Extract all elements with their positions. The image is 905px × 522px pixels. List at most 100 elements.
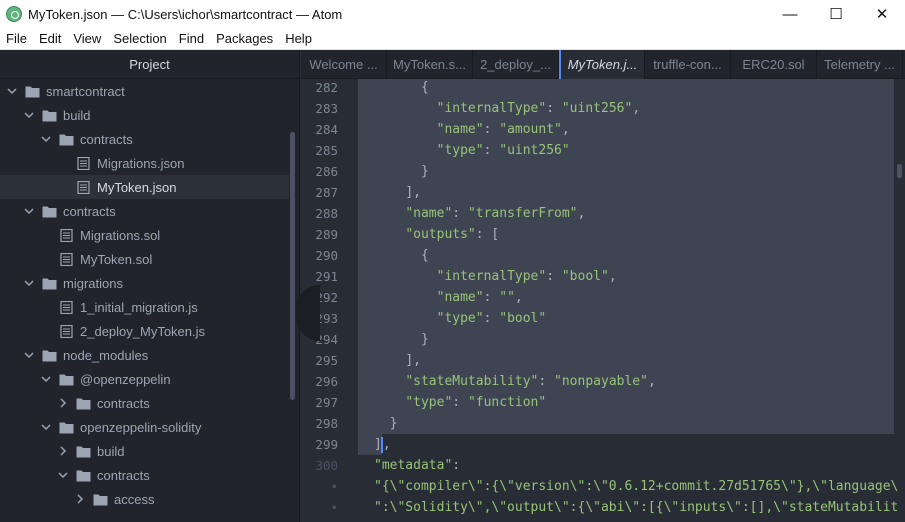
chevron-down-icon[interactable] bbox=[6, 85, 18, 97]
chevron-down-icon[interactable] bbox=[40, 421, 52, 433]
editor-tab[interactable]: ERC20.sol bbox=[731, 50, 817, 79]
tree-folder[interactable]: openzeppelin-solidity bbox=[0, 415, 299, 439]
folder-icon bbox=[75, 444, 91, 458]
tree-folder[interactable]: access bbox=[0, 487, 299, 511]
line-number: 296 bbox=[315, 374, 338, 389]
line-number: 297 bbox=[315, 395, 338, 410]
code-line: "metadata": bbox=[374, 458, 461, 473]
folder-icon bbox=[92, 492, 108, 506]
code-line: ], bbox=[405, 353, 421, 368]
chevron-down-icon[interactable] bbox=[40, 373, 52, 385]
editor-tab[interactable]: Welcome ... bbox=[301, 50, 387, 79]
folder-icon bbox=[58, 132, 74, 146]
tab-label: 2_deploy_... bbox=[480, 57, 551, 72]
tree-item-label: openzeppelin-solidity bbox=[80, 419, 202, 435]
tree-file[interactable]: 2_deploy_MyToken.js bbox=[0, 319, 299, 343]
sidebar-scrollbar[interactable] bbox=[290, 132, 295, 400]
folder-icon bbox=[58, 420, 74, 434]
menu-file[interactable]: File bbox=[0, 31, 33, 46]
tree-item-label: Migrations.json bbox=[97, 155, 185, 171]
tree-folder[interactable]: smartcontract bbox=[0, 79, 299, 103]
editor-scrollbar[interactable] bbox=[897, 164, 902, 178]
editor-tab[interactable]: MyToken.s... bbox=[387, 50, 473, 79]
tree-folder[interactable]: migrations bbox=[0, 271, 299, 295]
project-panel-header: Project bbox=[0, 50, 299, 79]
tree-item-label: node_modules bbox=[63, 347, 149, 363]
line-number: 289 bbox=[315, 227, 338, 242]
line-number: 290 bbox=[315, 248, 338, 263]
tree-item-label: smartcontract bbox=[46, 83, 125, 99]
folder-icon bbox=[41, 108, 57, 122]
menu-selection[interactable]: Selection bbox=[107, 31, 172, 46]
atom-logo-icon bbox=[6, 6, 22, 22]
file-text-icon bbox=[58, 300, 74, 314]
tree-item-label: MyToken.sol bbox=[80, 251, 153, 267]
tree-folder[interactable]: contracts bbox=[0, 391, 299, 415]
tree-folder[interactable]: contracts bbox=[0, 199, 299, 223]
code-line: } bbox=[420, 164, 429, 179]
tree-item-label: Migrations.sol bbox=[80, 227, 161, 243]
folder-icon bbox=[75, 396, 91, 410]
line-number: 285 bbox=[315, 143, 338, 158]
chevron-down-icon[interactable] bbox=[23, 349, 35, 361]
menu-edit[interactable]: Edit bbox=[33, 31, 67, 46]
menu-view[interactable]: View bbox=[67, 31, 107, 46]
tree-file[interactable]: 1_initial_migration.js bbox=[0, 295, 299, 319]
code-line: ], bbox=[374, 436, 391, 453]
code-line: "{\"compiler\":{\"version\":\"0.6.12+com… bbox=[374, 479, 899, 494]
menu-help[interactable]: Help bbox=[279, 31, 318, 46]
tab-label: Telemetry ... bbox=[824, 57, 895, 72]
chevron-right-icon[interactable] bbox=[57, 397, 69, 409]
chevron-down-icon[interactable] bbox=[57, 469, 69, 481]
tree-file[interactable]: MyToken.json bbox=[0, 175, 289, 199]
menu-find[interactable]: Find bbox=[173, 31, 210, 46]
folder-icon bbox=[41, 204, 57, 218]
file-text-icon bbox=[75, 156, 91, 170]
tree-item-label: contracts bbox=[97, 395, 150, 411]
code-line: "type": "function" bbox=[405, 395, 547, 410]
editor-tab[interactable]: Telemetry ... bbox=[817, 50, 903, 79]
chevron-right-icon[interactable] bbox=[74, 493, 86, 505]
code-line: "internalType": "bool", bbox=[436, 269, 617, 284]
editor-tab[interactable]: truffle-con... bbox=[645, 50, 731, 79]
minimize-button[interactable]: — bbox=[767, 0, 813, 28]
tree-item-label: MyToken.json bbox=[97, 179, 177, 195]
line-number: 295 bbox=[315, 353, 338, 368]
tree-folder[interactable]: build bbox=[0, 103, 299, 127]
file-text-icon bbox=[75, 180, 91, 194]
chevron-down-icon[interactable] bbox=[23, 205, 35, 217]
code-editor[interactable]: 282 283 284 285 286 287 288 289 290 291 292 293 294 2… bbox=[301, 79, 905, 522]
maximize-button[interactable]: ☐ bbox=[813, 0, 859, 28]
chevron-down-icon[interactable] bbox=[23, 109, 35, 121]
chevron-down-icon[interactable] bbox=[23, 277, 35, 289]
tab-label: Welcome ... bbox=[309, 57, 378, 72]
editor-tab[interactable]: 2_deploy_... bbox=[473, 50, 559, 79]
tree-item-label: contracts bbox=[80, 131, 133, 147]
tab-label: MyToken.s... bbox=[393, 57, 466, 72]
line-number: 291 bbox=[315, 269, 338, 284]
tab-label: ERC20.sol bbox=[742, 57, 805, 72]
tree-file[interactable]: Migrations.sol bbox=[0, 223, 299, 247]
tree-folder[interactable]: node_modules bbox=[0, 343, 299, 367]
tree-folder[interactable]: contracts bbox=[0, 463, 299, 487]
tab-label: truffle-con... bbox=[653, 57, 722, 72]
chevron-right-icon[interactable] bbox=[57, 445, 69, 457]
tree-folder[interactable]: contracts bbox=[0, 127, 299, 151]
line-number: 287 bbox=[315, 185, 338, 200]
line-number: 300 bbox=[315, 458, 338, 473]
tree-folder[interactable]: @openzeppelin bbox=[0, 367, 299, 391]
tree-file[interactable]: MyToken.sol bbox=[0, 247, 299, 271]
line-number: 283 bbox=[315, 101, 338, 116]
tree-file[interactable]: Migrations.json bbox=[0, 151, 299, 175]
tree-folder[interactable]: build bbox=[0, 439, 299, 463]
file-text-icon bbox=[58, 252, 74, 266]
tab-label: MyToken.j... bbox=[567, 57, 638, 72]
close-button[interactable]: ✕ bbox=[859, 0, 905, 28]
line-number: 282 bbox=[315, 80, 338, 95]
editor-tab[interactable]: MyToken.j... bbox=[559, 50, 645, 79]
menu-packages[interactable]: Packages bbox=[210, 31, 279, 46]
line-number: 288 bbox=[315, 206, 338, 221]
chevron-down-icon[interactable] bbox=[40, 133, 52, 145]
code-area[interactable]: { "internalType": "uint256", "name": "am… bbox=[358, 79, 905, 522]
code-line: "name": "amount", bbox=[436, 122, 570, 137]
